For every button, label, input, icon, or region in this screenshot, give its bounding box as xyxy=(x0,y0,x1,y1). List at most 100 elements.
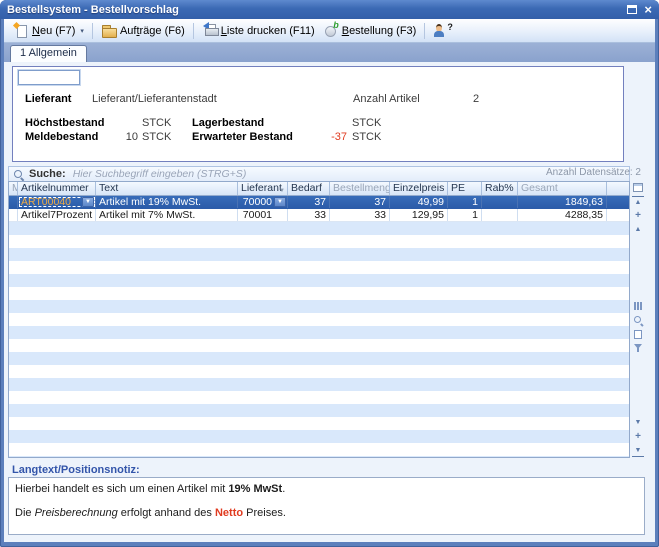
erwarteter-bestand-unit: STCK xyxy=(352,131,381,143)
column-header-bedarf[interactable]: Bedarf xyxy=(288,182,330,195)
grid-search-icon[interactable] xyxy=(633,315,644,326)
neu-dropdown-icon[interactable]: ▾ xyxy=(80,27,84,35)
append-record-icon[interactable]: + xyxy=(632,431,644,443)
close-icon[interactable]: × xyxy=(644,3,652,16)
new-document-icon xyxy=(13,23,29,38)
bestellmenge-cell[interactable]: 33 xyxy=(330,209,390,221)
column-header-artikelnummer[interactable]: Artikelnummer xyxy=(18,182,96,195)
pe-cell[interactable]: 1 xyxy=(448,209,482,221)
meldebestand-value: 10 xyxy=(88,131,138,143)
erwarteter-bestand-value: -37 xyxy=(297,131,347,143)
search-input[interactable] xyxy=(71,167,625,181)
search-panel: Suche: xyxy=(8,166,630,181)
table-row[interactable]: Artikel7Prozent Artikel mit 7% MwSt. 700… xyxy=(9,209,629,222)
column-header-text[interactable]: Text xyxy=(96,182,238,195)
artikelnummer-cell[interactable]: Artikel7Prozent xyxy=(18,209,96,221)
folder-icon xyxy=(101,23,117,38)
anzahl-artikel-label: Anzahl Artikel xyxy=(353,93,420,105)
search-icon xyxy=(13,169,24,180)
filter-icon[interactable] xyxy=(633,343,644,353)
hoechstbestand-unit: STCK xyxy=(142,117,171,129)
notes-heading: Langtext/Positionsnotiz: xyxy=(12,464,140,476)
splitter-grip-icon[interactable] xyxy=(637,302,639,310)
filler-cell xyxy=(607,196,629,208)
gesamt-cell[interactable]: 1849,63 xyxy=(518,196,607,208)
table-row[interactable]: ART00040▼ Artikel mit 19% MwSt. 70000▼ 3… xyxy=(9,196,629,209)
einzelpreis-cell[interactable]: 129,95 xyxy=(390,209,448,221)
pe-cell[interactable]: 1 xyxy=(448,196,482,208)
lieferant-label: Lieferant xyxy=(25,93,71,105)
column-chooser-icon[interactable] xyxy=(633,183,643,192)
general-panel: Lieferant Lieferant/Lieferantenstadt Anz… xyxy=(12,66,624,162)
restore-icon[interactable] xyxy=(627,5,637,14)
order-icon: b xyxy=(323,23,339,38)
column-header-filler xyxy=(607,182,629,195)
next-record-icon[interactable]: ▼ xyxy=(632,417,644,429)
first-record-icon[interactable]: ▲ xyxy=(632,196,644,208)
bestellmenge-cell[interactable]: 37 xyxy=(330,196,390,208)
help-person-icon xyxy=(433,23,446,38)
toolbar: Neu (F7) ▾ Aufträge (F6) Liste drucken (… xyxy=(4,19,655,43)
app-window: Bestellsystem - Bestellvorschlag × Neu (… xyxy=(0,0,659,547)
text-cell[interactable]: Artikel mit 7% MwSt. xyxy=(96,209,238,221)
column-header-indicator[interactable]: M xyxy=(9,182,18,195)
column-header-rab[interactable]: Rab% xyxy=(482,182,518,195)
meldebestand-unit: STCK xyxy=(142,131,171,143)
rab-cell[interactable] xyxy=(482,209,518,221)
row-indicator-cell xyxy=(9,209,18,221)
cell-dropdown-icon[interactable]: ▼ xyxy=(82,197,94,207)
sort-arrow-icon: ▼ xyxy=(279,185,285,195)
window-frame: Neu (F7) ▾ Aufträge (F6) Liste drucken (… xyxy=(4,19,655,542)
einzelpreis-cell[interactable]: 49,99 xyxy=(390,196,448,208)
grid-body: ART00040▼ Artikel mit 19% MwSt. 70000▼ 3… xyxy=(9,196,629,458)
printer-icon xyxy=(202,23,218,38)
column-header-bestellmenge[interactable]: Bestellmenge xyxy=(330,182,390,195)
erwarteter-bestand-label: Erwarteter Bestand xyxy=(192,131,293,143)
gesamt-cell[interactable]: 4288,35 xyxy=(518,209,607,221)
supplier-filter-input[interactable] xyxy=(18,70,80,85)
bedarf-cell[interactable]: 33 xyxy=(288,209,330,221)
bestellung-button[interactable]: b Bestellung (F3) xyxy=(319,21,421,40)
auftraege-button[interactable]: Aufträge (F6) xyxy=(97,21,189,40)
liste-drucken-button[interactable]: Liste drucken (F11) xyxy=(198,21,319,40)
filler-cell xyxy=(607,209,629,221)
tab-allgemein[interactable]: 1 Allgemein xyxy=(10,45,87,62)
lieferant-value: Lieferant/Lieferantenstadt xyxy=(92,93,217,105)
tab-content: Lieferant Lieferant/Lieferantenstadt Anz… xyxy=(4,62,655,542)
notes-text-area[interactable]: Hierbei handelt es sich um einen Artikel… xyxy=(8,477,645,535)
column-header-pe[interactable]: PE xyxy=(448,182,482,195)
hoechstbestand-label: Höchstbestand xyxy=(25,117,104,129)
lagerbestand-unit: STCK xyxy=(352,117,381,129)
artikelnummer-cell[interactable]: ART00040▼ xyxy=(18,196,96,208)
tab-strip: 1 Allgemein xyxy=(4,43,655,62)
notes-line-1: Hierbei handelt es sich um einen Artikel… xyxy=(15,483,638,495)
lieferant-cell[interactable]: 70000▼ xyxy=(238,196,288,208)
grid-header-row: M Artikelnummer Text Lieferant▼ Bedarf B… xyxy=(9,182,629,196)
toolbar-separator xyxy=(92,23,93,39)
title-bar[interactable]: Bestellsystem - Bestellvorschlag × xyxy=(0,0,659,19)
notes-line-2: Die Preisberechnung erfolgt anhand des N… xyxy=(15,507,638,519)
add-record-icon[interactable]: + xyxy=(632,210,644,222)
column-header-lieferant[interactable]: Lieferant▼ xyxy=(238,182,288,195)
text-cell[interactable]: Artikel mit 19% MwSt. xyxy=(96,196,238,208)
bedarf-cell[interactable]: 37 xyxy=(288,196,330,208)
record-count: Anzahl Datensätze: 2 xyxy=(546,167,641,178)
cell-dropdown-icon[interactable]: ▼ xyxy=(274,197,286,207)
column-header-einzelpreis[interactable]: Einzelpreis xyxy=(390,182,448,195)
window-title: Bestellsystem - Bestellvorschlag xyxy=(7,4,627,16)
grid-side-navigator: ▲ + ▲ ▼ + ▼ xyxy=(631,181,645,458)
question-mark-icon: ? xyxy=(447,22,453,32)
previous-record-icon[interactable]: ▲ xyxy=(632,224,644,236)
search-label: Suche: xyxy=(29,168,66,180)
toolbar-separator xyxy=(193,23,194,39)
help-button[interactable]: ? xyxy=(429,21,457,40)
articles-grid: M Artikelnummer Text Lieferant▼ Bedarf B… xyxy=(8,181,630,458)
toolbar-separator xyxy=(424,23,425,39)
last-record-icon[interactable]: ▼ xyxy=(632,445,644,457)
column-header-gesamt[interactable]: Gesamt xyxy=(518,182,607,195)
lieferant-cell[interactable]: 70001 xyxy=(238,209,288,221)
rab-cell[interactable] xyxy=(482,196,518,208)
anzahl-artikel-value: 2 xyxy=(473,93,479,105)
grid-layout-icon[interactable] xyxy=(634,330,642,339)
neu-button[interactable]: Neu (F7) ▾ xyxy=(9,21,88,40)
